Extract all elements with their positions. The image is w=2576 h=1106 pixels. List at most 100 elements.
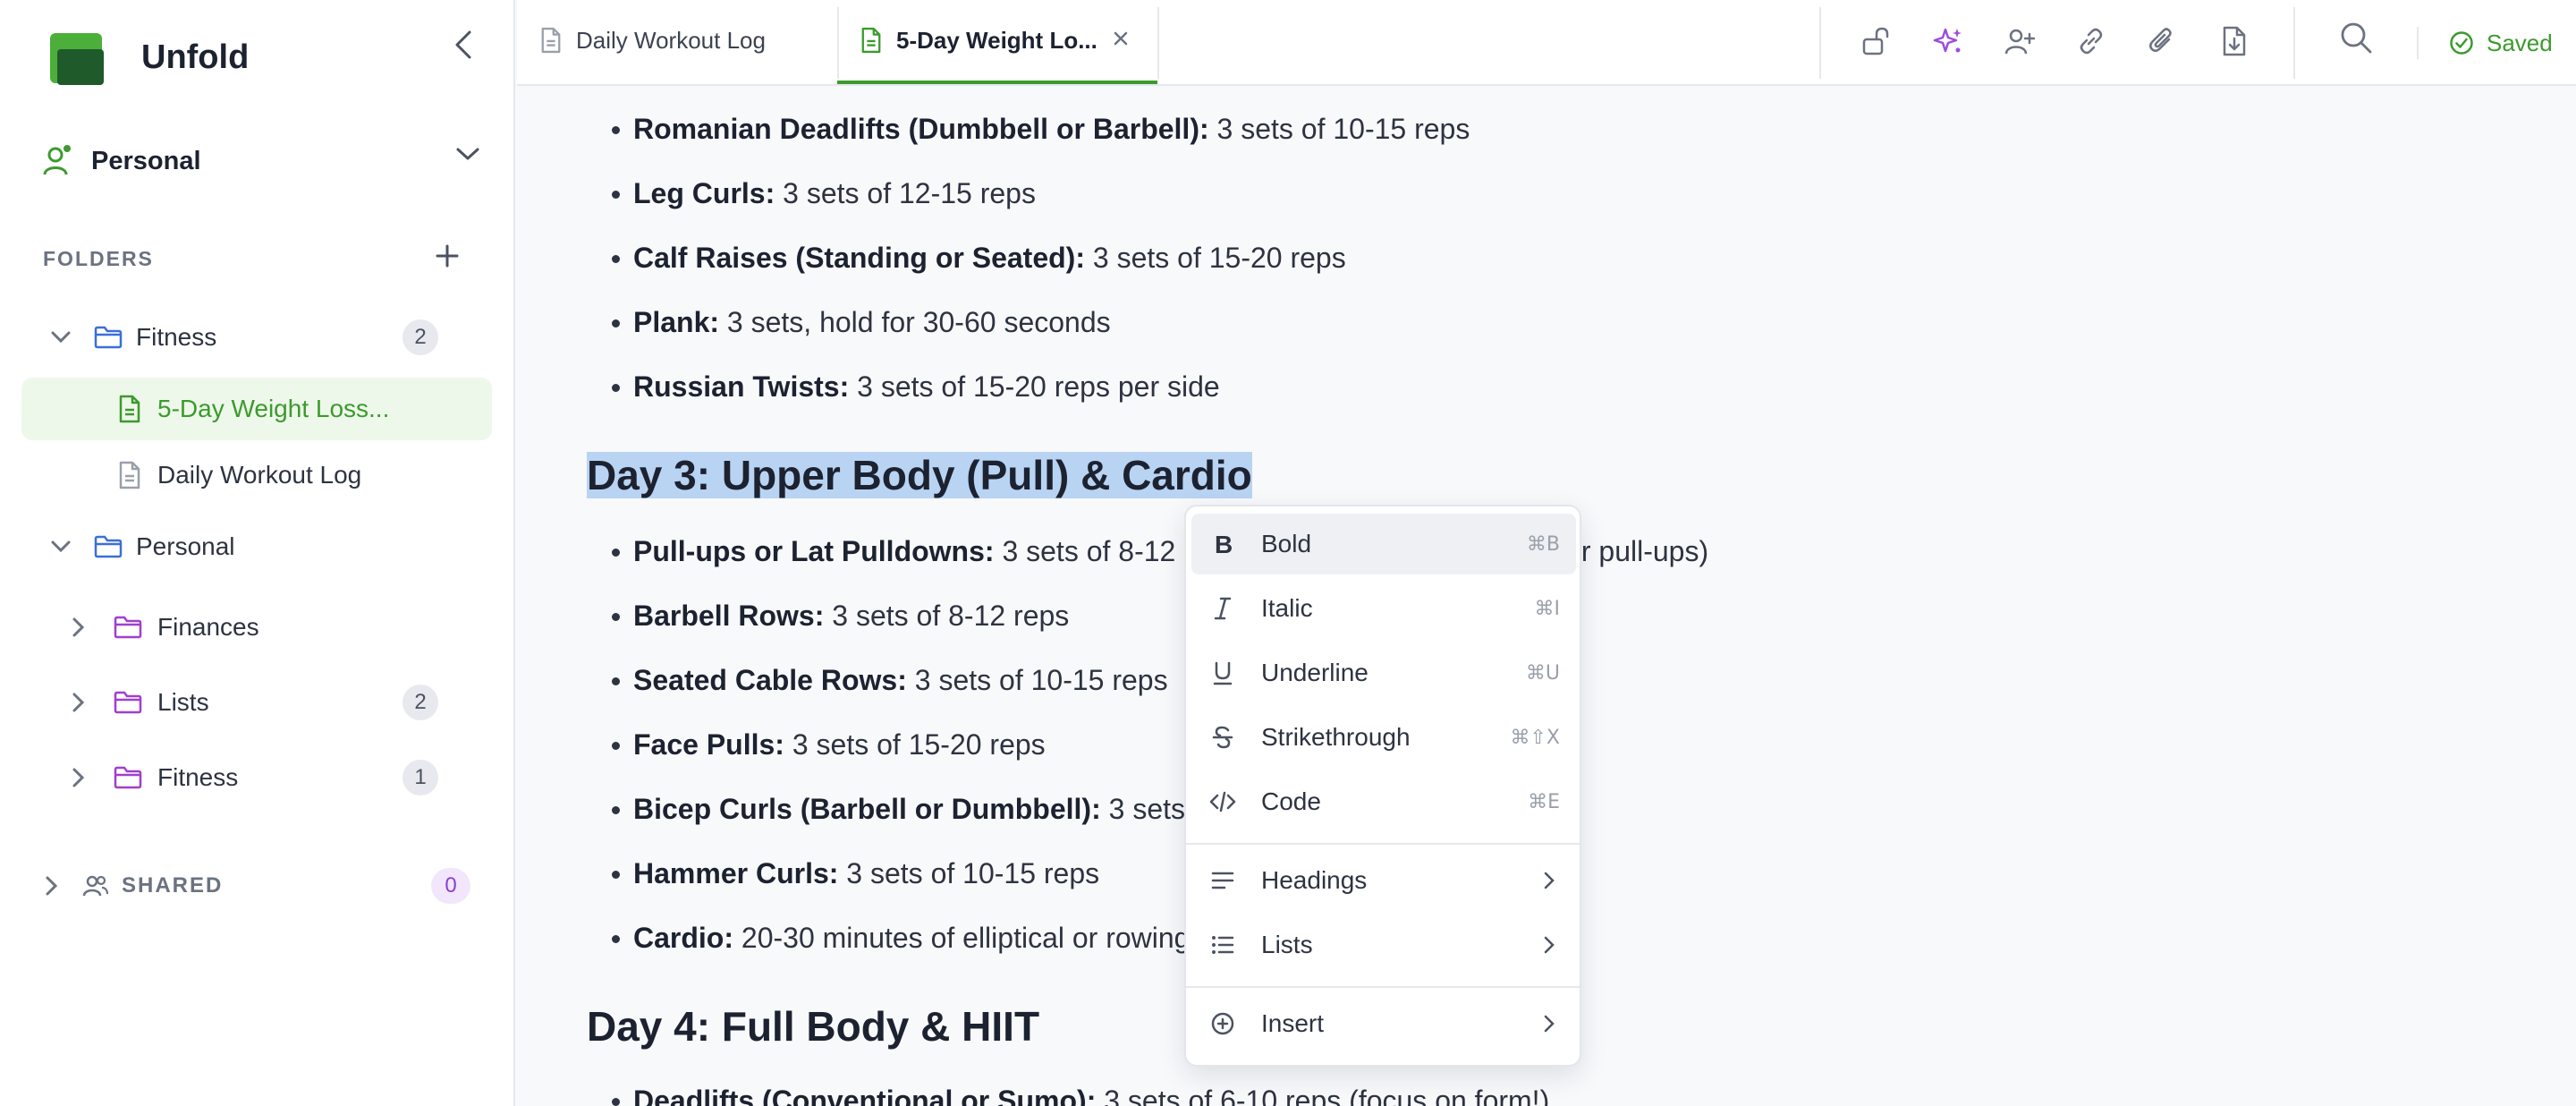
collapse-sidebar-button[interactable] xyxy=(445,27,481,63)
chevron-down-icon xyxy=(454,145,481,167)
save-status: Saved xyxy=(2449,27,2553,59)
code-icon xyxy=(1209,788,1236,815)
menu-item-code[interactable]: Code ⌘E xyxy=(1191,771,1576,832)
list-item[interactable]: Leg Curls: 3 sets of 12-15 reps xyxy=(612,177,1036,210)
menu-item-label: Lists xyxy=(1261,931,1313,958)
folder-fitness-2[interactable]: Fitness 1 xyxy=(21,746,492,809)
workspace-label: Personal xyxy=(91,146,201,175)
check-circle-icon xyxy=(2450,31,2473,55)
close-tab-icon[interactable] xyxy=(1107,25,1134,52)
exercise-detail: 3 sets, hold for 30-60 seconds xyxy=(719,306,1111,338)
svg-text:B: B xyxy=(1215,532,1233,557)
exercise-name: Calf Raises (Standing or Seated): xyxy=(633,242,1085,274)
toolbar-divider xyxy=(2293,7,2295,79)
tab-5-day-weight-loss[interactable]: 5-Day Weight Lo... xyxy=(837,0,1157,84)
list-item[interactable]: Barbell Rows: 3 sets of 8-12 reps xyxy=(611,600,1070,633)
folder-lists[interactable]: Lists 2 xyxy=(21,671,492,734)
align-left-icon xyxy=(1209,867,1236,894)
folder-finances[interactable]: Finances xyxy=(21,596,492,659)
menu-separator xyxy=(1186,986,1580,988)
attach-button[interactable] xyxy=(2143,21,2182,61)
menu-item-label: Headings xyxy=(1261,866,1368,894)
menu-item-shortcut: ⌘E xyxy=(1528,790,1560,813)
export-button[interactable] xyxy=(2215,21,2254,61)
chevron-down-icon[interactable] xyxy=(48,325,73,350)
day-4-heading[interactable]: Day 4: Full Body & HIIT xyxy=(587,1002,1039,1051)
list-item[interactable]: Romanian Deadlifts (Dumbbell or Barbell)… xyxy=(611,113,1470,146)
menu-item-lists[interactable]: Lists xyxy=(1191,915,1576,975)
folder-fitness[interactable]: Fitness 2 xyxy=(21,306,492,369)
chevron-right-icon[interactable] xyxy=(45,875,59,901)
app-name: Unfold xyxy=(141,38,250,76)
exercise-detail: 3 sets of 8-12 reps xyxy=(824,600,1070,632)
list-item[interactable]: Cardio: 20-30 minutes of elliptical or r… xyxy=(611,922,1190,955)
chevron-right-icon[interactable] xyxy=(66,765,91,790)
share-user-button[interactable] xyxy=(2000,21,2039,61)
chevron-left-icon xyxy=(455,30,471,59)
exercise-name: Pull-ups or Lat Pulldowns: xyxy=(633,535,995,567)
exercise-name: Plank: xyxy=(633,306,720,338)
tab-divider xyxy=(1157,7,1159,79)
menu-item-italic[interactable]: Italic ⌘I xyxy=(1191,578,1576,639)
exercise-detail: 3 sets of 10-15 reps xyxy=(838,857,1100,889)
search-button[interactable] xyxy=(2336,18,2376,57)
add-folder-button[interactable] xyxy=(429,238,465,274)
menu-item-shortcut: ⌘B xyxy=(1526,532,1560,556)
chevron-right-icon[interactable] xyxy=(66,690,91,715)
menu-item-underline[interactable]: Underline ⌘U xyxy=(1191,642,1576,703)
lock-button[interactable] xyxy=(1857,21,1896,61)
exercise-detail: 3 sets of 6-10 reps (focus on form!) xyxy=(1096,1085,1550,1106)
shared-count-badge: 0 xyxy=(431,868,470,904)
list-item[interactable]: Plank: 3 sets, hold for 30-60 seconds xyxy=(612,306,1111,339)
italic-icon xyxy=(1209,595,1236,622)
format-context-menu: B Bold ⌘B Italic ⌘I Underline ⌘U Striket… xyxy=(1184,505,1581,1067)
exercise-name: Hammer Curls: xyxy=(633,857,839,889)
tab-label: 5-Day Weight Lo... xyxy=(896,27,1097,54)
copy-link-button[interactable] xyxy=(2072,21,2111,61)
list-item[interactable]: Deadlifts (Conventional or Sumo): 3 sets… xyxy=(611,1085,1550,1106)
exercise-name: Face Pulls: xyxy=(633,728,784,761)
users-icon xyxy=(82,873,109,903)
chevron-down-icon[interactable] xyxy=(48,534,73,559)
menu-item-headings[interactable]: Headings xyxy=(1191,850,1576,911)
user-icon xyxy=(43,145,71,175)
exercise-name: Cardio: xyxy=(633,922,733,954)
app-logo xyxy=(50,30,106,85)
count-badge: 2 xyxy=(402,685,438,720)
doc-5-day-weight-loss[interactable]: 5-Day Weight Loss... xyxy=(21,378,492,440)
menu-separator xyxy=(1186,843,1580,845)
ai-assist-button[interactable] xyxy=(1928,21,1968,61)
list-icon xyxy=(1209,932,1236,958)
list-item[interactable]: Hammer Curls: 3 sets of 10-15 reps xyxy=(611,857,1100,890)
menu-item-bold[interactable]: B Bold ⌘B xyxy=(1191,514,1576,574)
list-item[interactable]: Seated Cable Rows: 3 sets of 10-15 reps xyxy=(612,664,1168,697)
list-item[interactable]: Russian Twists: 3 sets of 15-20 reps per… xyxy=(612,370,1220,404)
plus-icon xyxy=(436,244,459,268)
exercise-detail: 3 sets of 15-20 reps xyxy=(1084,242,1346,274)
exercise-name: Seated Cable Rows: xyxy=(633,664,907,696)
menu-item-label: Underline xyxy=(1261,659,1368,686)
tab-daily-workout-log[interactable]: Daily Workout Log xyxy=(517,0,837,84)
folder-personal[interactable]: Personal xyxy=(21,515,492,578)
menu-item-label: Insert xyxy=(1261,1009,1325,1037)
folder-label: Lists xyxy=(157,688,209,716)
strikethrough-icon xyxy=(1209,724,1236,751)
menu-item-insert[interactable]: Insert xyxy=(1191,993,1576,1054)
exercise-name: Bicep Curls (Barbell or Dumbbell): xyxy=(633,793,1101,825)
day-3-heading[interactable]: Day 3: Upper Body (Pull) & Cardio xyxy=(587,451,1252,499)
doc-daily-workout-log[interactable]: Daily Workout Log xyxy=(21,444,492,506)
menu-item-label: Bold xyxy=(1261,530,1312,557)
folder-label: Finances xyxy=(157,613,259,641)
chevron-right-icon[interactable] xyxy=(66,615,91,640)
exercise-detail: 3 sets of 10-15 reps xyxy=(906,664,1168,696)
workspace-switcher[interactable]: Personal xyxy=(43,134,481,188)
document-icon xyxy=(114,460,145,490)
heading-text: Day 4: Full Body & HIIT xyxy=(587,1003,1040,1050)
list-item[interactable]: Calf Raises (Standing or Seated): 3 sets… xyxy=(612,242,1346,275)
menu-item-strikethrough[interactable]: Strikethrough ⌘⇧X xyxy=(1191,707,1576,768)
unlock-icon xyxy=(1862,27,1889,55)
tab-label: Daily Workout Log xyxy=(576,27,766,54)
shared-section[interactable]: SHARED 0 xyxy=(36,864,483,907)
list-item[interactable]: Face Pulls: 3 sets of 15-20 reps xyxy=(612,728,1046,761)
chevron-right-icon xyxy=(1538,870,1560,891)
